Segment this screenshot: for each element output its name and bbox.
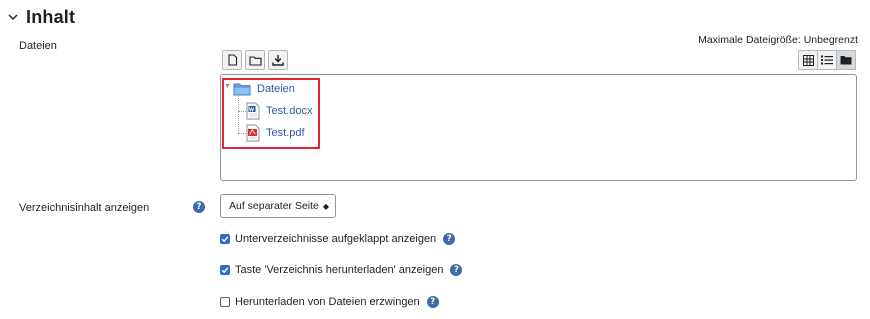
help-icon[interactable]: ? [426, 296, 439, 308]
checkbox-force-download[interactable] [220, 297, 230, 307]
option-label[interactable]: Herunterladen von Dateien erzwingen [235, 296, 420, 308]
filemanager-toolbar [220, 50, 858, 72]
option-row-force-download[interactable]: Herunterladen von Dateien erzwingen ? [220, 296, 439, 308]
chevron-down-icon[interactable] [6, 10, 20, 24]
help-icon[interactable]: ? [450, 264, 463, 276]
display-label: Verzeichnisinhalt anzeigen [19, 202, 150, 214]
select-value: Auf separater Seite [229, 200, 319, 212]
highlight-box [222, 78, 320, 149]
help-icon[interactable]: ? [193, 201, 205, 213]
check-icon [221, 236, 229, 243]
new-file-icon [227, 54, 237, 66]
view-icons-button[interactable] [798, 50, 818, 70]
checkbox-expand-subfolders[interactable] [220, 234, 230, 244]
option-row-expand-subfolders[interactable]: Unterverzeichnisse aufgeklappt anzeigen … [220, 233, 456, 245]
download-all-button[interactable] [268, 50, 288, 70]
option-label[interactable]: Taste 'Verzeichnis herunterladen' anzeig… [235, 264, 443, 276]
view-tree-button[interactable] [836, 50, 856, 70]
view-list-button[interactable] [817, 50, 837, 70]
option-label[interactable]: Unterverzeichnisse aufgeklappt anzeigen [235, 233, 436, 245]
create-folder-button[interactable] [245, 50, 265, 70]
list-view-icon [821, 55, 833, 65]
section-title: Inhalt [26, 6, 76, 27]
option-row-show-download-button[interactable]: Taste 'Verzeichnis herunterladen' anzeig… [220, 264, 463, 276]
select-caret-icon: ◆ [322, 201, 330, 211]
tree-view-icon [840, 56, 852, 65]
files-label: Dateien [19, 40, 57, 52]
display-select[interactable]: Auf separater Seite ◆ [220, 194, 336, 218]
download-icon [272, 55, 284, 66]
checkbox-show-download-button[interactable] [220, 265, 230, 275]
check-icon [221, 267, 229, 274]
grid-view-icon [802, 54, 814, 66]
new-folder-icon [248, 55, 262, 66]
section-header[interactable]: Inhalt [6, 5, 75, 29]
max-file-size-text: Maximale Dateigröße: Unbegrenzt [698, 34, 858, 46]
help-icon[interactable]: ? [443, 233, 456, 245]
add-file-button[interactable] [222, 50, 242, 70]
